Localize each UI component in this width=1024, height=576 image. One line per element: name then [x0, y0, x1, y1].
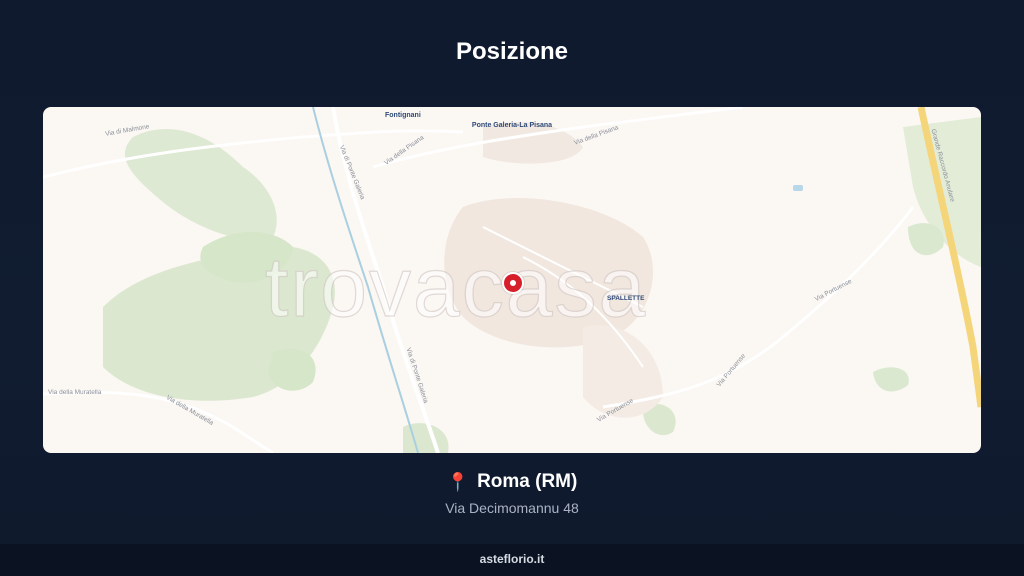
page-title: Posizione	[455, 38, 569, 65]
location-city: Roma (RM)	[477, 471, 578, 492]
trovacasa-watermark: trovacasa	[264, 239, 648, 334]
location-address: Via Decimomannu 48	[445, 500, 579, 516]
place-label-ponte-galeria: Ponte Galeria-La Pisana	[471, 122, 553, 129]
footer-site-link[interactable]: asteflorio.it	[0, 544, 1024, 576]
location-pin-icon: 📍	[446, 472, 470, 492]
place-label-fontignani: Fontignani	[385, 112, 421, 119]
location-map[interactable]: trovacasa Fontignani Ponte Galeria-La Pi…	[43, 107, 981, 453]
place-label-spallette: SPALLETTE	[607, 295, 645, 302]
map-pin-icon[interactable]	[502, 272, 524, 294]
road-label-via-muratella-1: Via della Muratella	[48, 389, 102, 396]
location-summary: 📍 Roma (RM)	[0, 471, 1024, 493]
